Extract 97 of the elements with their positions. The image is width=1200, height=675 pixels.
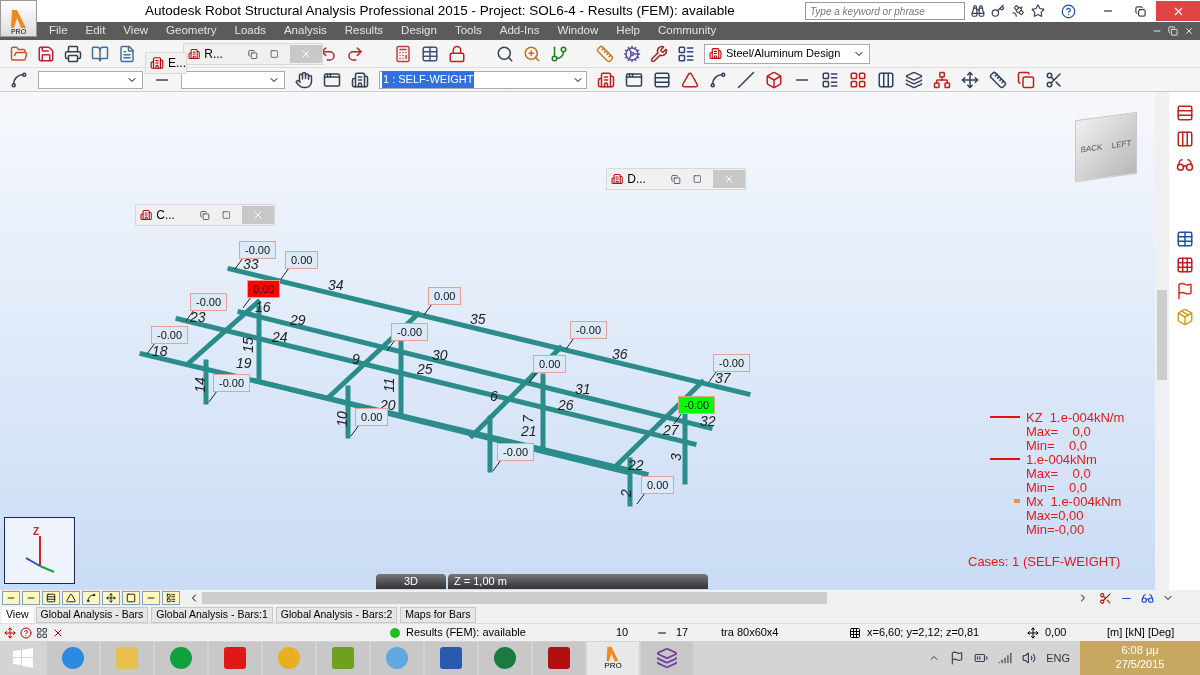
member-number: 36 bbox=[612, 347, 628, 361]
tab[interactable]: Global Analysis - Bars bbox=[35, 607, 149, 623]
view-cube[interactable]: BACK LEFT bbox=[1075, 111, 1137, 183]
value-label: -0.00 bbox=[151, 326, 189, 344]
menu-item[interactable]: Results bbox=[335, 22, 393, 40]
value-label: 0.00 bbox=[641, 476, 675, 494]
cube-face-label: LEFT bbox=[1111, 137, 1132, 153]
member-number: 26 bbox=[558, 398, 574, 412]
member-number: 7 bbox=[520, 415, 535, 423]
window-title: C... bbox=[156, 207, 176, 224]
axis-label: Z bbox=[33, 525, 40, 539]
node-count: 10 bbox=[616, 625, 630, 641]
legend-text: Max= 0,0 bbox=[1026, 466, 1091, 480]
member-number: 10 bbox=[334, 411, 349, 427]
menu-item[interactable]: Geometry bbox=[157, 22, 226, 40]
taskbar-app[interactable]: PRO bbox=[587, 641, 639, 675]
minimized-window[interactable]: E... bbox=[145, 52, 187, 74]
member-number: 29 bbox=[290, 313, 306, 327]
legend-text: KZ 1.e-004kN/m bbox=[1026, 410, 1125, 424]
tab[interactable]: Global Analysis - Bars:1 bbox=[151, 607, 273, 623]
value-label: 0.00 bbox=[428, 287, 462, 305]
value-label: 0.00 bbox=[247, 280, 281, 298]
member-number: 18 bbox=[152, 344, 168, 358]
member-number: 27 bbox=[663, 423, 679, 437]
member-number: 37 bbox=[715, 371, 731, 385]
menu-item[interactable]: Tools bbox=[445, 22, 491, 40]
member-number: 19 bbox=[236, 356, 252, 370]
layout-select[interactable]: Steel/Aluminum Design bbox=[704, 43, 870, 64]
value-label: -0.00 bbox=[239, 241, 277, 259]
member-number: 34 bbox=[328, 278, 344, 292]
minimized-window[interactable]: C... bbox=[135, 204, 275, 226]
clock-date: 27/5/2015 bbox=[1115, 658, 1165, 672]
minimized-window[interactable]: D... bbox=[606, 168, 746, 190]
menu-item[interactable]: Community bbox=[649, 22, 726, 40]
member-number: 11 bbox=[382, 377, 397, 393]
member-number: 3 bbox=[668, 453, 683, 461]
level-tab[interactable]: Z = 1,00 m bbox=[448, 574, 708, 589]
member-number: 23 bbox=[190, 310, 206, 324]
legend-text: Min= 0,0 bbox=[1026, 438, 1088, 452]
minimized-window[interactable]: R... bbox=[183, 43, 323, 65]
language-indicator[interactable]: ENG bbox=[1046, 649, 1070, 667]
window-title: Autodesk Robot Structural Analysis Professional 2015 - Project: SOL6-4 - Results (FEM): available bbox=[145, 1, 736, 20]
units: [m] [kN] [Deg] bbox=[1107, 625, 1175, 641]
menu-item[interactable]: Design bbox=[392, 22, 446, 40]
section-name: tra 80x60x4 bbox=[721, 625, 780, 641]
value-label: 0.00 bbox=[355, 408, 389, 426]
tab[interactable]: View bbox=[2, 607, 33, 623]
member-number: 35 bbox=[470, 312, 486, 326]
coordinates: x=6,60; y=2,12; z=0,81 bbox=[867, 625, 981, 641]
angle-value: 0,00 bbox=[1045, 625, 1068, 641]
legend-text: Mx 1.e-004kNm bbox=[1026, 494, 1122, 508]
bar-count: 17 bbox=[676, 625, 690, 641]
load-case-select[interactable]: 1 : SELF-WEIGHT bbox=[379, 70, 587, 89]
window-title: D... bbox=[627, 171, 647, 188]
menu-item[interactable]: Window bbox=[548, 22, 608, 40]
member-number: 15 bbox=[240, 337, 255, 353]
window-title: E... bbox=[168, 55, 186, 72]
legend-text: Min=-0,00 bbox=[1026, 522, 1085, 536]
menu-item[interactable]: File bbox=[40, 22, 77, 40]
menu-item[interactable]: Help bbox=[607, 22, 649, 40]
tab[interactable]: Maps for Bars bbox=[400, 607, 476, 623]
menu-item[interactable]: Add-Ins bbox=[490, 22, 549, 40]
member-number: 30 bbox=[432, 348, 448, 362]
view-mode-tab[interactable]: 3D bbox=[376, 574, 446, 589]
menu-item[interactable]: Edit bbox=[76, 22, 115, 40]
legend-text: Max=0,00 bbox=[1026, 508, 1084, 522]
legend-text: Max= 0,0 bbox=[1026, 424, 1091, 438]
value-label: 0.00 bbox=[533, 355, 567, 373]
value-label: -0.00 bbox=[570, 321, 608, 339]
member-number: 33 bbox=[243, 257, 259, 271]
value-label: -0.00 bbox=[213, 374, 251, 392]
search-field[interactable]: Type a keyword or phrase bbox=[805, 2, 965, 20]
member-number: 2 bbox=[618, 489, 633, 497]
value-label: -0.00 bbox=[713, 354, 751, 372]
value-label: 0.00 bbox=[285, 251, 319, 269]
cases-label: Cases: 1 (SELF-WEIGHT) bbox=[968, 553, 1121, 571]
member-number: 24 bbox=[272, 330, 288, 344]
tab[interactable]: Global Analysis - Bars:2 bbox=[275, 607, 398, 623]
clock-time: 6:08 μμ bbox=[1121, 644, 1159, 658]
menu-item[interactable]: Loads bbox=[225, 22, 275, 40]
status-text: Results (FEM): available bbox=[406, 625, 527, 641]
member-number: 31 bbox=[575, 382, 591, 396]
window-title: R... bbox=[204, 46, 224, 63]
value-label: -0.00 bbox=[391, 323, 429, 341]
menu-item[interactable]: Analysis bbox=[274, 22, 336, 40]
value-label: -0.00 bbox=[190, 293, 228, 311]
menu-item[interactable]: View bbox=[114, 22, 158, 40]
member-number: 25 bbox=[417, 362, 433, 376]
legend-text: 1.e-004kNm bbox=[1026, 452, 1097, 466]
value-label: -0.00 bbox=[678, 396, 716, 414]
legend-text: Min= 0,0 bbox=[1026, 480, 1088, 494]
member-number: 14 bbox=[192, 377, 207, 393]
value-label: -0.00 bbox=[497, 443, 535, 461]
member-number: 32 bbox=[700, 414, 716, 428]
logo-label: PRO bbox=[604, 662, 622, 670]
member-number: 21 bbox=[521, 424, 537, 438]
cube-face-label: BACK bbox=[1080, 141, 1103, 157]
